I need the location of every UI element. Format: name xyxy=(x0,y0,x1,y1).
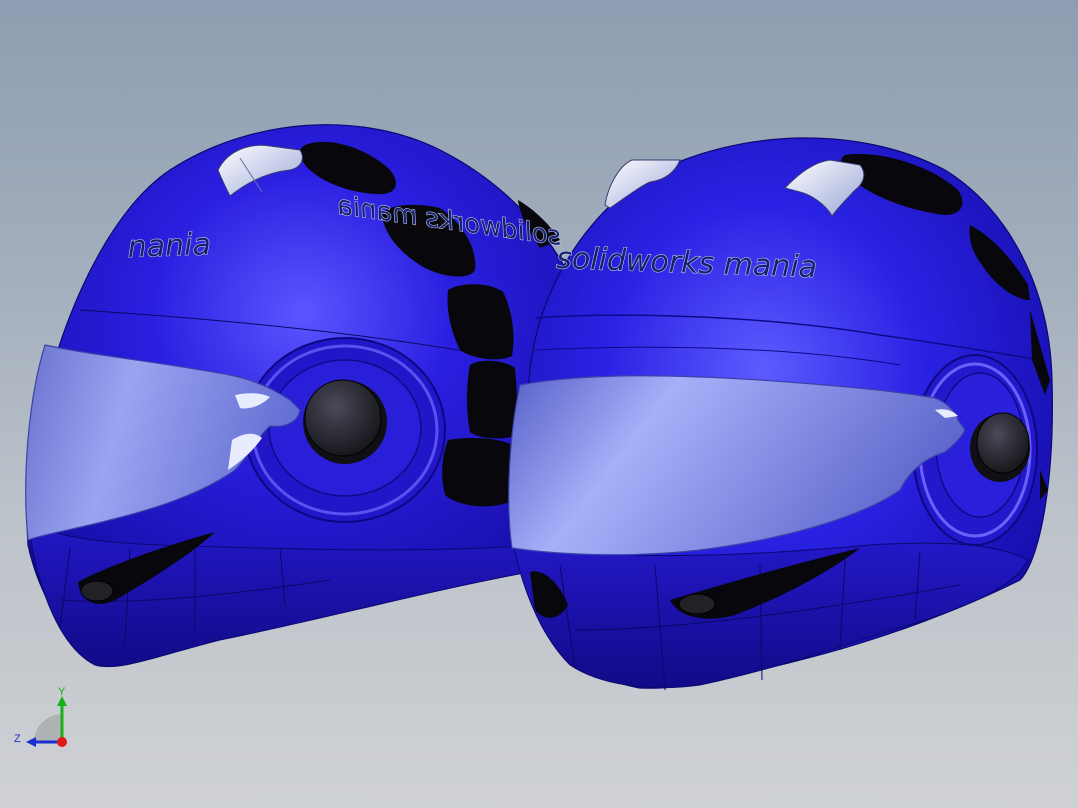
triad-y-label: Y xyxy=(58,686,66,698)
helmet-right-chin xyxy=(511,539,1029,689)
helmet-left[interactable]: nania solidworks mania xyxy=(25,124,601,668)
triad-x-axis xyxy=(57,737,67,747)
decal-text: nania xyxy=(127,227,211,265)
triad-z-label: Z xyxy=(14,733,21,745)
vent xyxy=(442,437,514,507)
vent xyxy=(467,360,520,439)
chin-vent-plug xyxy=(678,593,716,615)
graphics-viewport[interactable]: nania solidworks mania solidworks mania … xyxy=(0,0,1078,808)
triad-shadow xyxy=(34,714,62,742)
model-scene[interactable]: nania solidworks mania solidworks mania xyxy=(0,0,1078,808)
coordinate-triad: Y Z xyxy=(14,686,67,747)
helmet-right[interactable]: solidworks mania xyxy=(508,137,1053,691)
chin-vent-plug xyxy=(80,580,114,602)
